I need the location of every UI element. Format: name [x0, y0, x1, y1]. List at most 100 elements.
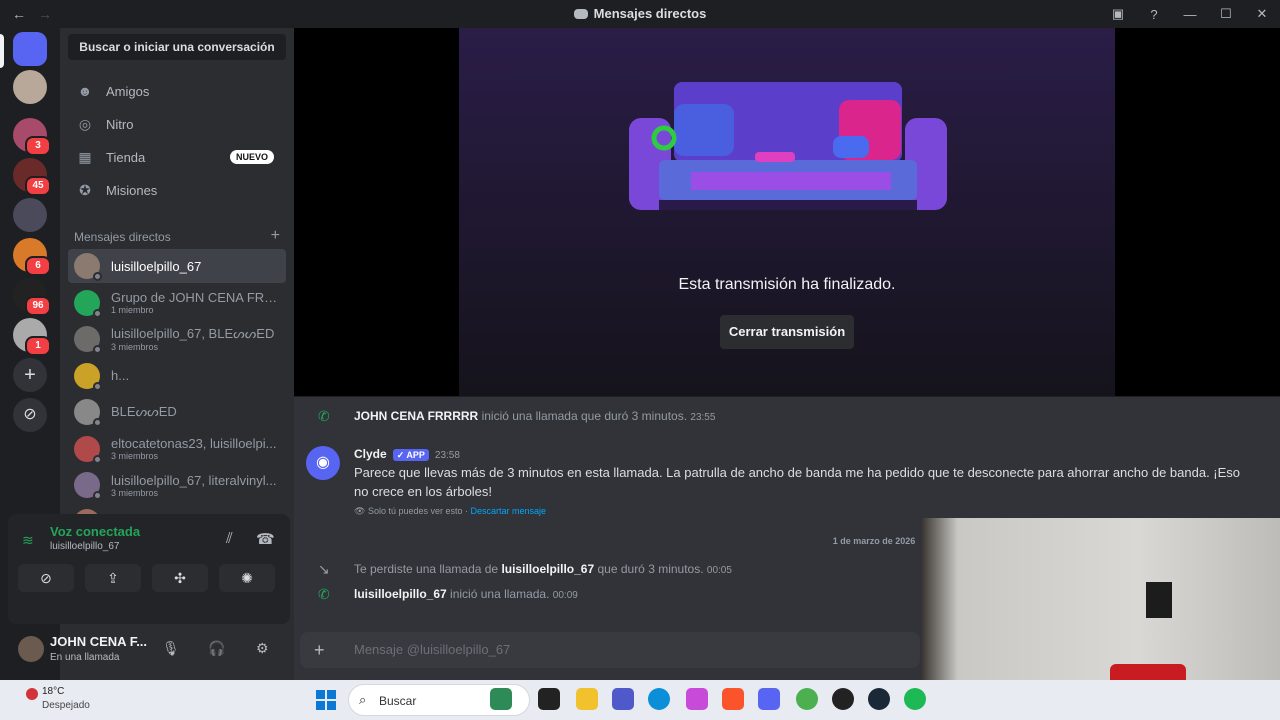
window-title: Mensajes directos	[0, 6, 1280, 21]
edge-icon[interactable]	[648, 688, 670, 710]
task-view-icon[interactable]	[538, 688, 560, 710]
unread-badge: 6	[25, 256, 51, 276]
close-icon[interactable]: ✕	[1244, 6, 1280, 22]
settings-gear-icon[interactable]: ⚙	[256, 640, 269, 657]
user-panel: JOHN CENA F... En una llamada 🎙 🎧 ⚙	[8, 626, 290, 672]
chrome-icon[interactable]	[796, 688, 818, 710]
tree-icon	[490, 688, 512, 710]
brave-icon[interactable]	[722, 688, 744, 710]
call-icon: ✆	[318, 586, 330, 602]
stream-ended-text: Esta transmisión ha finalizado.	[678, 276, 896, 293]
dm-item[interactable]: luisilloelpillo_67, BLEᔕᔕED 3 miembros	[68, 322, 286, 356]
call-message: JOHN CENA FRRRRR inició una llamada que …	[354, 409, 716, 423]
discord-icon	[573, 9, 588, 19]
attach-plus-icon[interactable]: +	[314, 640, 325, 661]
disconnect-icon[interactable]: ☎	[256, 530, 275, 548]
clyde-message: Parece que llevas más de 3 minutos en es…	[354, 465, 1241, 499]
avatar	[74, 289, 102, 318]
noise-suppression-icon[interactable]: ⫽	[226, 530, 233, 547]
dm-item[interactable]: eltocatetonas23, luisilloelpi... 3 miembr…	[68, 432, 286, 466]
dm-members: 3 miembros	[111, 451, 159, 461]
windows-start-icon[interactable]	[316, 690, 336, 710]
inbox-icon[interactable]: ▣	[1100, 6, 1136, 22]
weather-alert-icon	[26, 688, 38, 700]
clyde-name[interactable]: Clyde	[354, 447, 387, 461]
nav-shop[interactable]: ▦ Tienda NUEVO	[68, 142, 286, 172]
help-icon[interactable]: ?	[1136, 7, 1172, 22]
server-icon[interactable]: 96	[13, 278, 51, 316]
dm-name: h...	[111, 368, 130, 383]
headphones-icon[interactable]: 🎧	[208, 640, 225, 657]
file-explorer-icon[interactable]	[576, 688, 598, 710]
voice-channel[interactable]: luisilloelpillo_67	[50, 541, 120, 552]
caller-name[interactable]: JOHN CENA FRRRRR	[354, 409, 478, 423]
avatar	[74, 362, 102, 391]
title-bar: ← → Mensajes directos ▣ ? — ☐ ✕	[0, 0, 1280, 28]
dismiss-message-link[interactable]: Descartar mensaje	[471, 506, 547, 516]
spotify-icon[interactable]	[904, 688, 926, 710]
dm-header: Mensajes directos +	[74, 227, 280, 245]
minimize-icon[interactable]: —	[1172, 7, 1208, 22]
couch-illustration	[629, 82, 947, 210]
nitro-icon: ◎	[78, 115, 92, 132]
server-icon[interactable]: 1	[13, 318, 51, 356]
dm-name: luisilloelpillo_67, literalvinyl...	[111, 472, 277, 488]
dm-members: 3 miembros	[111, 342, 159, 352]
quests-icon: ✪	[79, 181, 91, 198]
clyde-avatar[interactable]: ◉	[306, 446, 340, 480]
nav-nitro[interactable]: ◎ Nitro	[68, 109, 286, 139]
close-stream-button[interactable]: Cerrar transmisión	[720, 315, 854, 349]
message-input[interactable]: + Mensaje @luisilloelpillo_67	[300, 632, 920, 668]
clyde-header: Clyde ✓ APP 23:58	[354, 447, 460, 461]
status-dot	[93, 381, 102, 391]
unread-badge: 3	[25, 136, 51, 156]
unread-badge: 1	[25, 336, 51, 356]
avatar[interactable]	[18, 636, 44, 662]
dm-item[interactable]: Grupo de JOHN CENA FRR... 1 miembro	[68, 286, 286, 320]
dm-item[interactable]: luisilloelpillo_67	[68, 249, 286, 283]
dm-name: luisilloelpillo_67, BLEᔕᔕED	[111, 326, 275, 341]
activities-button[interactable]: ✣	[152, 564, 208, 592]
server-icon[interactable]: 6	[13, 238, 51, 276]
copilot-icon[interactable]	[686, 688, 708, 710]
maximize-icon[interactable]: ☐	[1208, 6, 1244, 22]
taskbar: 18°C Despejado ⌕ Buscar	[0, 680, 1280, 720]
teams-icon[interactable]	[612, 688, 634, 710]
app-icon[interactable]	[832, 688, 854, 710]
app-badge: ✓ APP	[392, 449, 429, 461]
divider	[294, 396, 1280, 397]
soundboard-button[interactable]: ✺	[219, 564, 275, 592]
avatar	[74, 253, 102, 281]
camera-off-button[interactable]: ⊘	[18, 564, 74, 592]
discord-taskbar-icon[interactable]	[758, 688, 780, 710]
microphone-icon[interactable]: 🎙	[162, 640, 180, 657]
call-icon: ✆	[318, 408, 330, 424]
server-icon[interactable]: 3	[13, 118, 51, 156]
dm-name: Grupo de JOHN CENA FRR...	[111, 290, 281, 305]
stream-view: Esta transmisión ha finalizado. Cerrar t…	[294, 28, 1280, 396]
add-dm-icon[interactable]: +	[271, 228, 280, 244]
dm-item[interactable]: luisilloelpillo_67, literalvinyl... 3 mie…	[68, 468, 286, 502]
selected-pill	[0, 34, 4, 68]
server-icon[interactable]: 45	[13, 158, 51, 196]
server-icon[interactable]	[13, 70, 47, 104]
missed-call-icon: ↘	[318, 561, 330, 577]
dm-item[interactable]: BLEᔕᔕED	[68, 395, 286, 429]
caller-name[interactable]: luisilloelpillo_67	[354, 587, 447, 601]
discord-home-button[interactable]	[13, 32, 47, 66]
screen-share-button[interactable]: ⇪	[85, 564, 141, 592]
dm-members: 3 miembros	[111, 487, 159, 498]
search-conversation-button[interactable]: Buscar o iniciar una conversación	[68, 34, 286, 60]
add-server-icon[interactable]: +	[13, 358, 47, 392]
explore-icon[interactable]: ⊘	[13, 398, 47, 432]
friends-icon: ☻	[77, 83, 93, 99]
status-dot	[93, 454, 102, 464]
nav-friends[interactable]: ☻ Amigos	[68, 76, 286, 106]
caller-name[interactable]: luisilloelpillo_67	[501, 562, 594, 576]
user-name: JOHN CENA F...	[50, 634, 148, 649]
nav-quests[interactable]: ✪ Misiones	[68, 175, 286, 205]
dm-name: BLEᔕᔕED	[111, 404, 177, 419]
server-icon[interactable]	[13, 198, 47, 232]
steam-icon[interactable]	[868, 688, 890, 710]
dm-item[interactable]: h...	[68, 359, 286, 393]
